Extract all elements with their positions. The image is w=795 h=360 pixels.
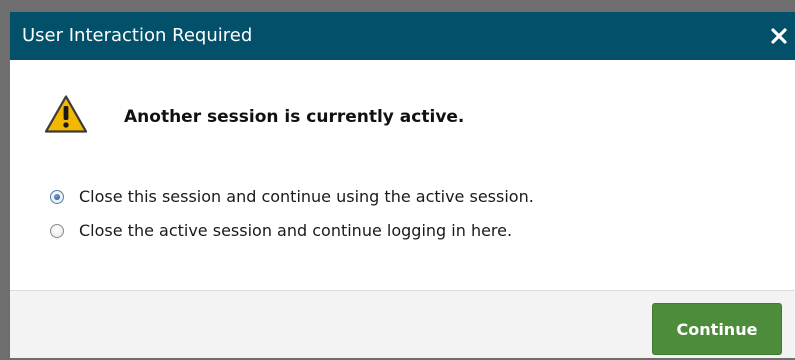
- option-log-in-here[interactable]: Close the active session and continue lo…: [50, 219, 512, 243]
- option-label: Close this session and continue using th…: [79, 187, 534, 206]
- session-dialog: User Interaction Required Another sessio…: [10, 12, 795, 358]
- warning-message: Another session is currently active.: [124, 107, 465, 127]
- continue-button[interactable]: Continue: [652, 303, 782, 355]
- option-label: Close the active session and continue lo…: [79, 221, 513, 240]
- close-icon[interactable]: [767, 24, 791, 48]
- dialog-titlebar: User Interaction Required: [10, 12, 795, 60]
- dialog-footer: Continue: [10, 290, 795, 358]
- warning-icon: [44, 94, 88, 134]
- dialog-title: User Interaction Required: [22, 25, 253, 46]
- radio-log-in-here[interactable]: [50, 224, 64, 238]
- option-use-active-session[interactable]: Close this session and continue using th…: [50, 185, 534, 209]
- radio-use-active-session[interactable]: [50, 190, 64, 204]
- dialog-body: Another session is currently active. Clo…: [10, 60, 795, 290]
